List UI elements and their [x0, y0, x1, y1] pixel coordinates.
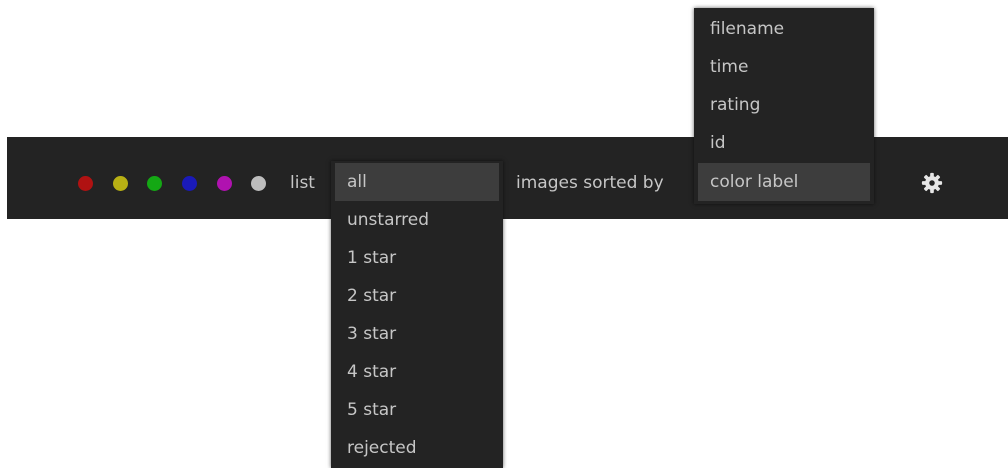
sort-option-id[interactable]: id: [694, 124, 874, 162]
color-label-red-icon[interactable]: [78, 176, 93, 191]
gear-icon[interactable]: [921, 172, 943, 194]
sort-option-color-label[interactable]: color label: [698, 163, 870, 201]
color-label-blue-icon[interactable]: [182, 176, 197, 191]
color-label-magenta-icon[interactable]: [217, 176, 232, 191]
color-label-green-icon[interactable]: [147, 176, 162, 191]
rating-option-2-star[interactable]: 2 star: [331, 277, 503, 315]
list-label: list: [290, 173, 315, 193]
lighttable-stage: list all unstarred 1 star 2 star 3 star …: [0, 0, 1008, 468]
sort-label: images sorted by: [516, 173, 664, 193]
color-label-white-icon[interactable]: [251, 176, 266, 191]
sort-option-filename[interactable]: filename: [694, 10, 874, 48]
rating-option-5-star[interactable]: 5 star: [331, 391, 503, 429]
rating-option-4-star[interactable]: 4 star: [331, 353, 503, 391]
rating-filter-dropdown[interactable]: all unstarred 1 star 2 star 3 star 4 sta…: [331, 161, 503, 468]
rating-option-rejected[interactable]: rejected: [331, 429, 503, 467]
rating-option-unstarred[interactable]: unstarred: [331, 201, 503, 239]
sort-by-dropdown[interactable]: filename time rating id color label: [694, 8, 874, 204]
color-label-yellow-icon[interactable]: [113, 176, 128, 191]
sort-option-rating[interactable]: rating: [694, 86, 874, 124]
rating-option-1-star[interactable]: 1 star: [331, 239, 503, 277]
rating-option-3-star[interactable]: 3 star: [331, 315, 503, 353]
sort-option-time[interactable]: time: [694, 48, 874, 86]
rating-option-all[interactable]: all: [335, 163, 499, 201]
